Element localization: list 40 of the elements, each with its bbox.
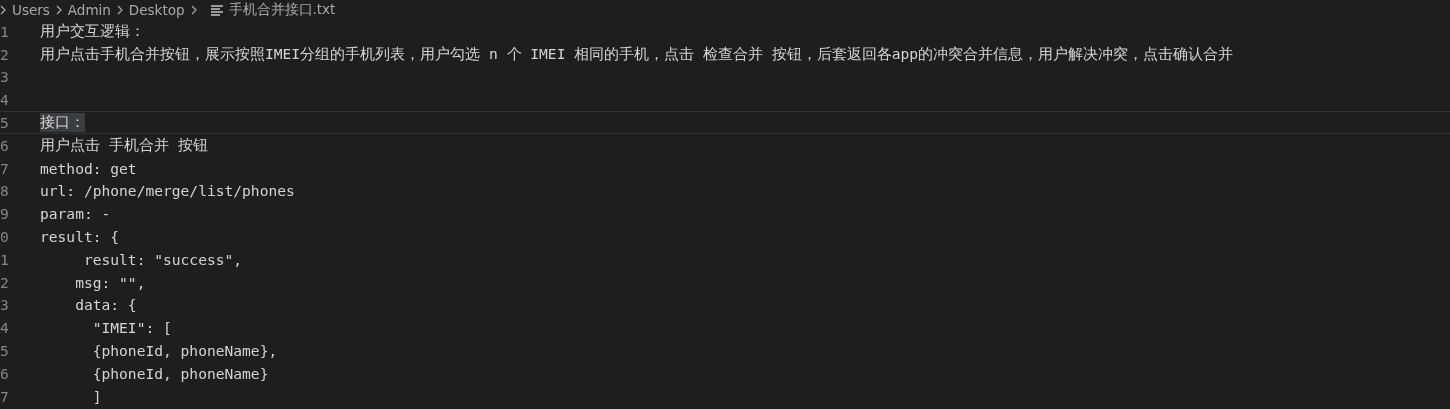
line-number: 2 <box>0 273 10 291</box>
breadcrumb-file[interactable]: 手机合并接口.txt <box>228 1 336 19</box>
code-line: result: "success", <box>82 250 243 268</box>
code-line: 用户点击 手机合并 按钮 <box>40 135 208 155</box>
code-line: {phoneId, phoneName}, <box>91 342 278 360</box>
code-line: url: /phone/merge/list/phones <box>40 182 295 200</box>
line-number: 9 <box>0 205 10 223</box>
line-number: 0 <box>0 228 10 246</box>
code-line: msg: "", <box>74 273 146 291</box>
line-number: 3 <box>0 296 10 314</box>
code-line: "IMEI": [ <box>91 319 172 337</box>
chevron-icon <box>116 5 123 15</box>
line-number: 6 <box>0 364 10 382</box>
breadcrumb-folder[interactable]: Desktop <box>128 2 185 18</box>
code-line: param: - <box>40 205 111 223</box>
line-number: 5 <box>0 342 10 360</box>
code-line: result: { <box>40 228 120 246</box>
text-file-icon <box>210 4 223 16</box>
code-line: data: { <box>74 296 137 314</box>
line-number: 4 <box>0 91 10 109</box>
line-number: 2 <box>0 45 10 63</box>
line-number: 7 <box>0 159 10 177</box>
code-line: 用户交互逻辑： <box>40 21 145 41</box>
chevron-icon <box>0 5 6 15</box>
chevron-icon <box>190 5 197 15</box>
line-number: 7 <box>0 387 10 405</box>
breadcrumb-folder[interactable]: Admin <box>67 2 111 18</box>
code-line: 用户点击手机合并按钮，展示按照IMEI分组的手机列表，用户勾选 n 个 IMEI 相同的手机，点击 检查合并 按钮，后套返回各app的冲突合并信息，用户解决冲突，点击确认合并 <box>40 44 1234 64</box>
line-number: 6 <box>0 136 10 154</box>
code-line: method: get <box>40 159 137 177</box>
line-number: 1 <box>0 250 10 268</box>
chevron-icon <box>55 5 62 15</box>
line-number: 3 <box>0 68 10 86</box>
code-line: ] <box>91 387 102 405</box>
line-number: 8 <box>0 182 10 200</box>
line-number: 1 <box>0 22 10 40</box>
code-line: {phoneId, phoneName} <box>91 364 269 382</box>
line-number: 5 <box>0 114 10 132</box>
breadcrumb-folder[interactable]: Users <box>12 2 50 18</box>
line-number: 4 <box>0 319 10 337</box>
